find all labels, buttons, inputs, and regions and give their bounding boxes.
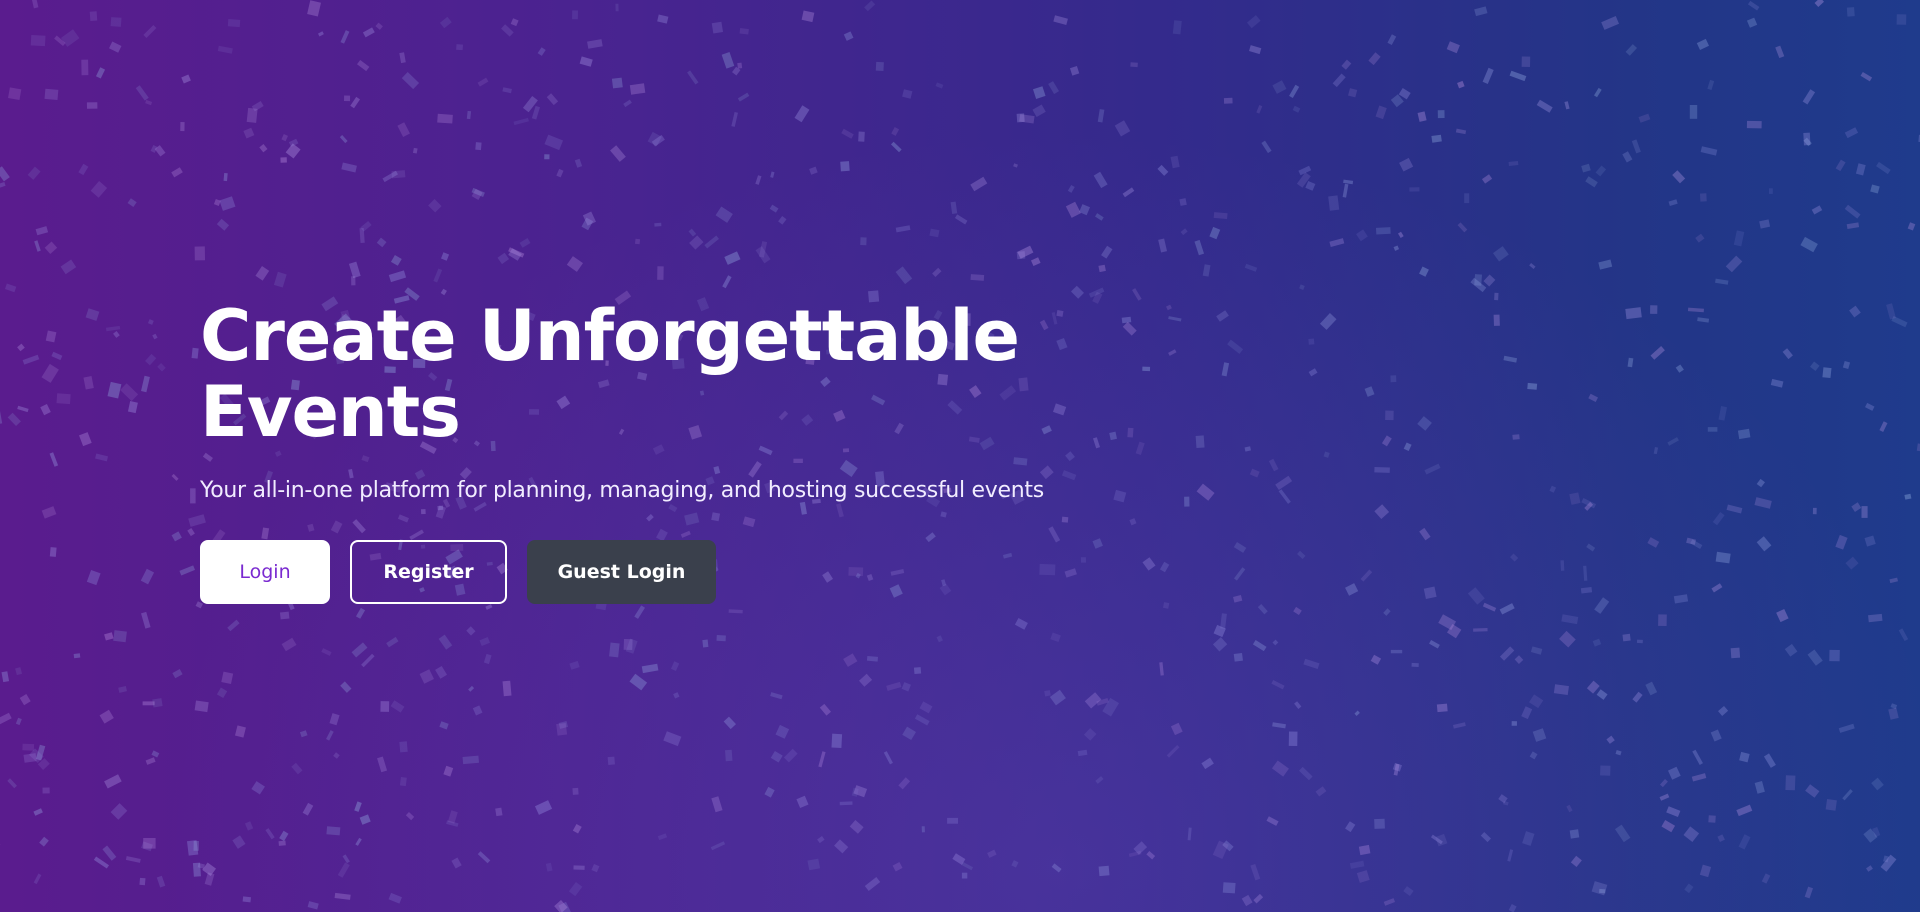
hero-actions: Login Register Guest Login (200, 540, 1200, 604)
guest-login-button[interactable]: Guest Login (527, 540, 716, 604)
hero-title: Create Unforgettable Events (200, 298, 1200, 450)
register-button-label: Register (383, 561, 474, 583)
hero-section: Create Unforgettable Events Your all-in-… (0, 0, 1920, 912)
hero-title-line-2: Events (200, 371, 461, 453)
hero-title-line-1: Create Unforgettable (200, 295, 1020, 377)
register-button[interactable]: Register (350, 540, 507, 604)
hero-content: Create Unforgettable Events Your all-in-… (200, 298, 1200, 604)
login-button-label: Login (239, 561, 291, 583)
guest-login-button-label: Guest Login (557, 561, 686, 583)
login-button[interactable]: Login (200, 540, 330, 604)
hero-subtitle: Your all-in-one platform for planning, m… (200, 478, 1044, 503)
